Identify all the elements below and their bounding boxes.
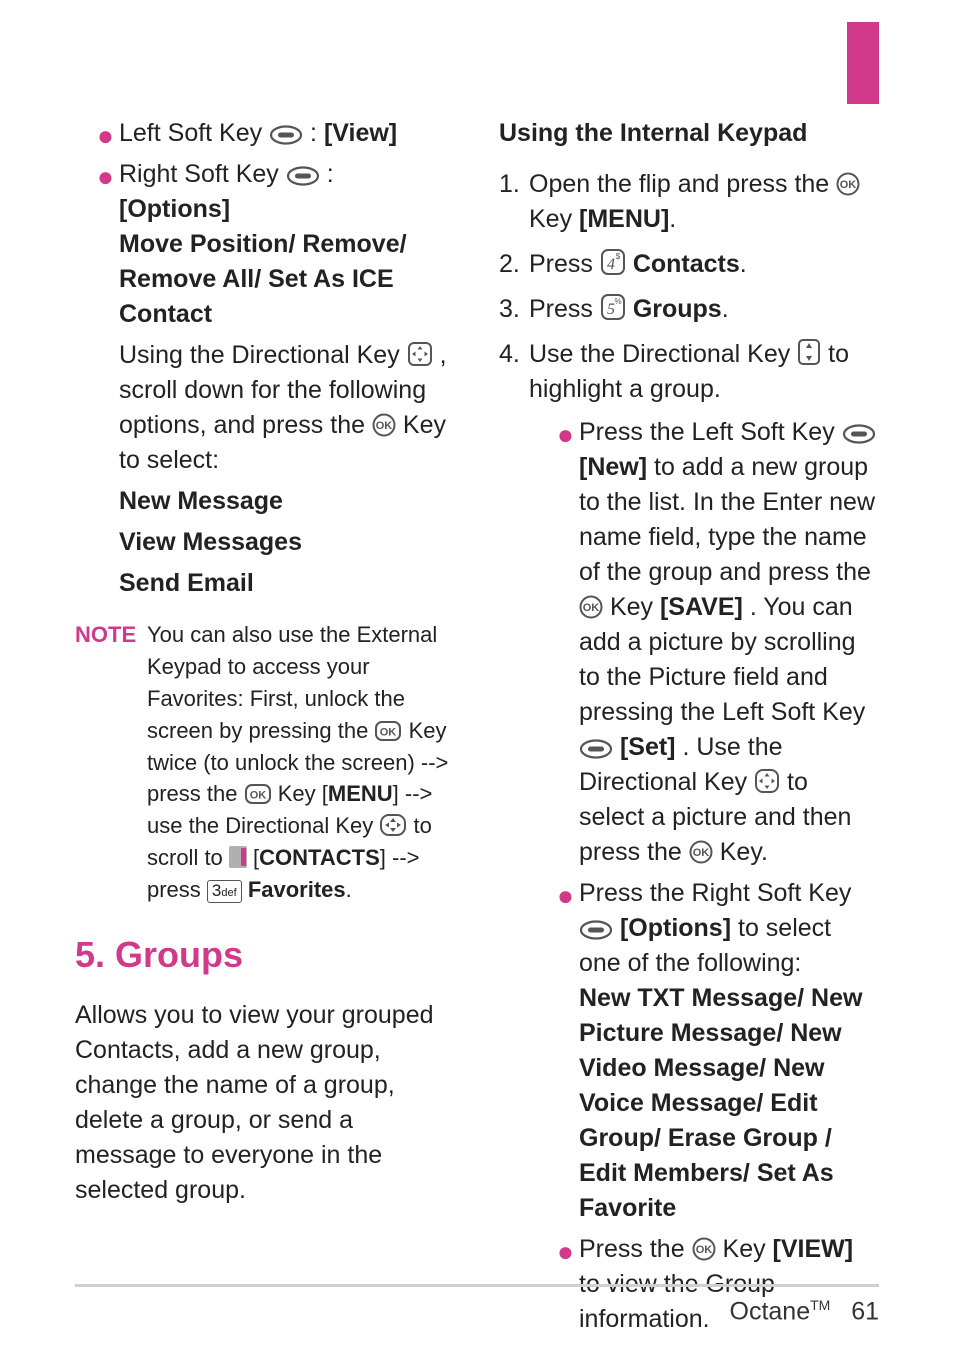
- contacts-app-icon: [229, 846, 247, 868]
- soft-key-icon: [269, 125, 303, 145]
- step-4: 4. Use the Directional Key to highlight …: [499, 337, 879, 1343]
- section-heading-groups: 5. Groups: [75, 930, 455, 980]
- ok-key-icon: [374, 720, 402, 742]
- trademark: TM: [810, 1297, 830, 1313]
- text: Right Soft Key: [119, 160, 286, 188]
- soft-key-icon: [579, 920, 613, 940]
- ok-key-icon: [372, 413, 396, 437]
- step-number: 3.: [499, 292, 529, 327]
- step-2: 2. Press Contacts.: [499, 247, 879, 282]
- bullet-icon: ●: [557, 415, 579, 870]
- section-description: Allows you to view your grouped Contacts…: [75, 998, 455, 1208]
- sub-bullet-new-group: ● Press the Left Soft Key [New] to add a…: [557, 415, 879, 870]
- soft-key-icon: [286, 166, 320, 186]
- note-label: NOTE: [75, 619, 147, 906]
- text: Left Soft Key: [119, 119, 269, 147]
- text: :: [327, 160, 334, 188]
- page-footer: OctaneTM 61: [75, 1284, 879, 1326]
- ok-key-icon: [692, 1237, 716, 1261]
- label-options: [Options]: [119, 195, 230, 223]
- bullet-icon: ●: [97, 157, 119, 332]
- note-block: NOTE You can also use the External Keypa…: [75, 619, 455, 906]
- step-1: 1. Open the flip and press the Key [MENU…: [499, 167, 879, 237]
- right-column: Using the Internal Keypad 1. Open the fl…: [499, 110, 879, 1353]
- dpad-updown-icon: [797, 338, 821, 366]
- text: :: [310, 119, 324, 147]
- bullet-icon: ●: [97, 116, 119, 151]
- option-view-messages: View Messages: [119, 525, 455, 560]
- label-view: [View]: [324, 119, 397, 147]
- step-number: 2.: [499, 247, 529, 282]
- note-body: You can also use the External Keypad to …: [147, 619, 455, 906]
- select-options-list: New Message View Messages Send Email: [119, 484, 455, 601]
- soft-key-icon: [842, 424, 876, 444]
- bullet-right-soft-key: ● Right Soft Key : [Options] Move Positi…: [97, 157, 455, 332]
- ok-key-icon: [244, 783, 272, 805]
- dpad-icon: [379, 813, 407, 837]
- step-number: 1.: [499, 167, 529, 237]
- dpad-icon: [407, 341, 433, 367]
- sub-bullet-options: ● Press the Right Soft Key [Options] to …: [557, 876, 879, 1226]
- bullet-icon: ●: [557, 876, 579, 1226]
- key-3def-icon: 3def: [207, 880, 242, 902]
- dpad-icon: [754, 768, 780, 794]
- directional-instruction: Using the Directional Key , scroll down …: [119, 338, 455, 478]
- bullet-left-soft-key: ● Left Soft Key : [View]: [97, 116, 455, 151]
- option-new-message: New Message: [119, 484, 455, 519]
- device-name: Octane: [730, 1297, 811, 1325]
- step-3: 3. Press Groups.: [499, 292, 879, 327]
- ok-key-icon: [579, 595, 603, 619]
- options-list: Move Position/ Remove/ Remove All/ Set A…: [119, 230, 407, 328]
- soft-key-icon: [579, 739, 613, 759]
- ok-key-icon: [836, 172, 860, 196]
- key-4-icon: [600, 248, 626, 276]
- subheading-internal-keypad: Using the Internal Keypad: [499, 116, 879, 151]
- key-5-icon: [600, 293, 626, 321]
- ok-key-icon: [689, 840, 713, 864]
- page-number: 61: [851, 1297, 879, 1325]
- chapter-tab-marker: [847, 22, 879, 104]
- step-number: 4.: [499, 337, 529, 1343]
- left-column: ● Left Soft Key : [View] ● Right Soft Ke…: [75, 110, 455, 1353]
- option-send-email: Send Email: [119, 566, 455, 601]
